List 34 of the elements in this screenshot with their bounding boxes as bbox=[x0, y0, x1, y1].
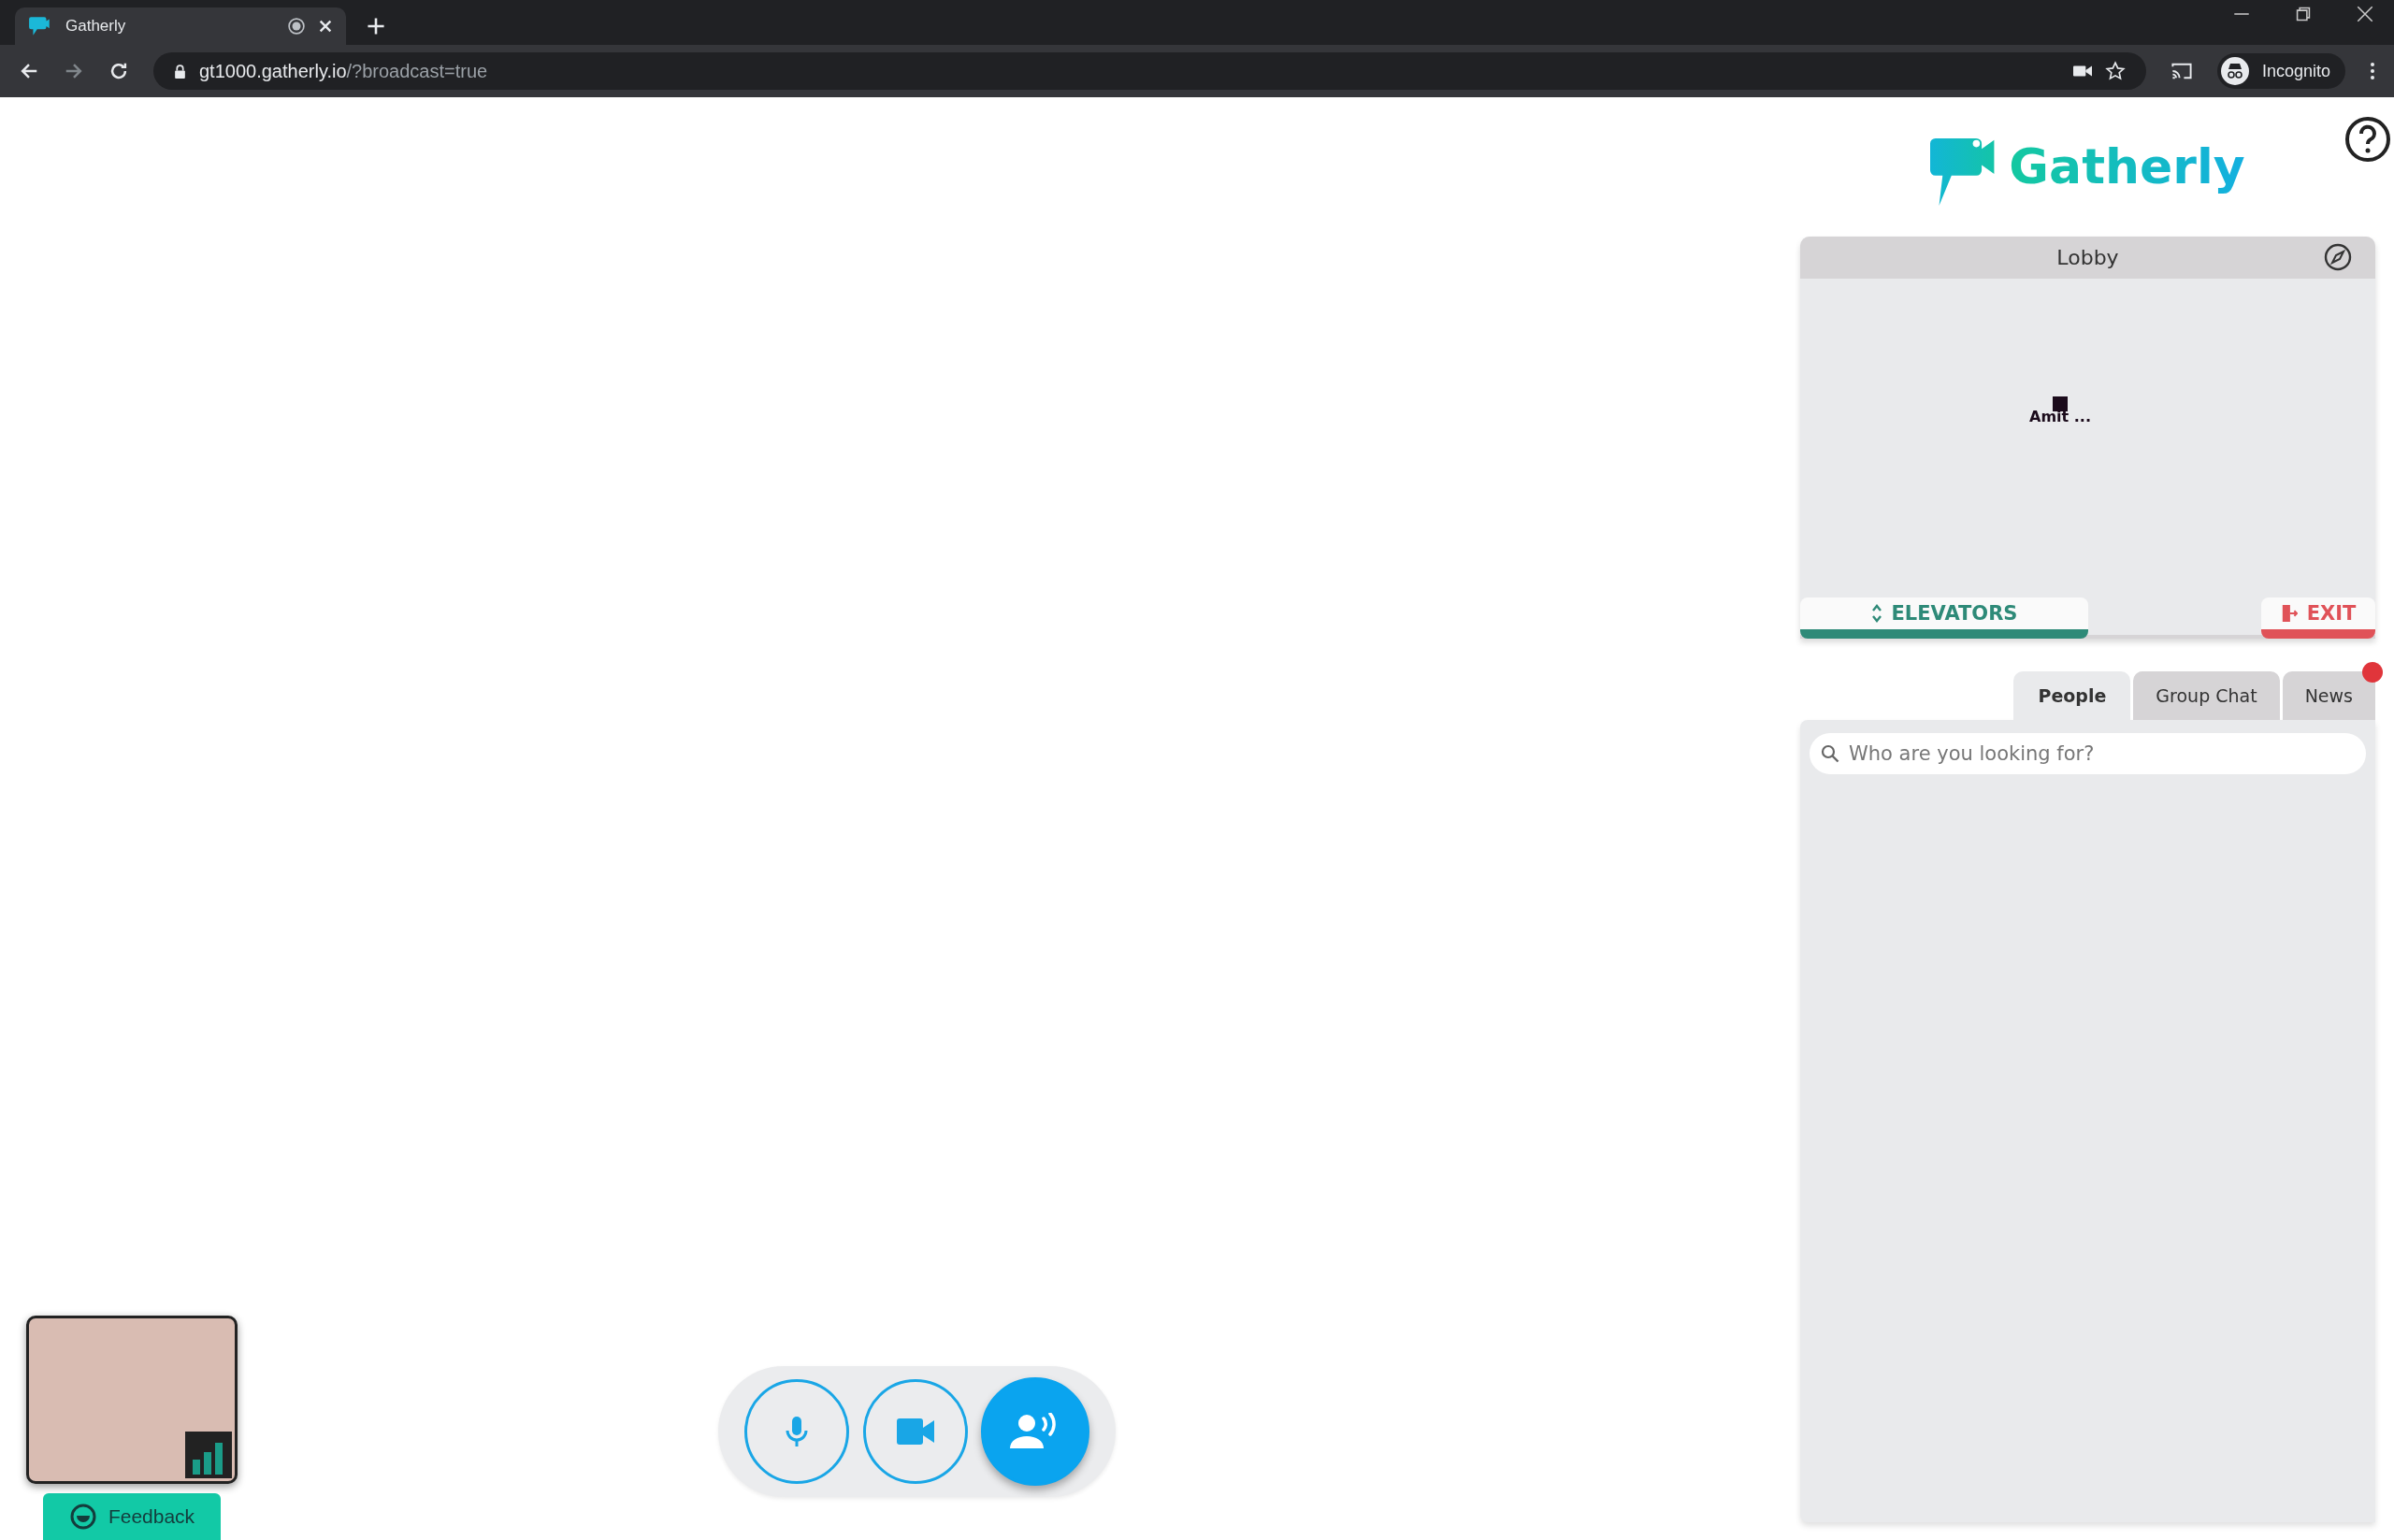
star-icon[interactable] bbox=[2104, 61, 2126, 81]
cast-icon[interactable] bbox=[2170, 62, 2193, 80]
exit-button[interactable]: EXIT bbox=[2261, 597, 2375, 639]
url-text: gt1000.gatherly.io/?broadcast=true bbox=[199, 60, 488, 82]
panel-tab[interactable]: People bbox=[2013, 671, 2131, 720]
browser-tab[interactable]: Gatherly bbox=[15, 7, 346, 45]
incognito-icon bbox=[2220, 57, 2249, 85]
door-exit-icon bbox=[2280, 603, 2298, 624]
lock-icon bbox=[174, 64, 186, 79]
restore-icon[interactable] bbox=[2295, 6, 2312, 22]
feedback-button[interactable]: Feedback bbox=[43, 1493, 221, 1540]
reload-icon[interactable] bbox=[108, 61, 129, 81]
search-field[interactable]: Who are you looking for? bbox=[1810, 733, 2366, 774]
profile-button[interactable]: Incognito bbox=[2216, 53, 2345, 89]
address-bar[interactable]: gt1000.gatherly.io/?broadcast=true bbox=[153, 52, 2146, 90]
panel-tab[interactable]: News bbox=[2282, 671, 2375, 720]
video-camera-icon bbox=[896, 1418, 934, 1445]
audio-level-icon bbox=[185, 1432, 232, 1478]
menu-icon[interactable] bbox=[2370, 62, 2375, 80]
panel-tab[interactable]: Group Chat bbox=[2133, 671, 2280, 720]
microphone-icon bbox=[786, 1415, 809, 1448]
chat-camera-icon bbox=[28, 14, 52, 38]
up-down-chevron-icon bbox=[1870, 603, 1882, 624]
compass-icon[interactable] bbox=[2324, 243, 2352, 271]
help-icon[interactable] bbox=[2344, 116, 2391, 163]
smile-icon bbox=[68, 1503, 97, 1531]
tab-title: Gatherly bbox=[65, 17, 127, 36]
participant-name: Amit ... bbox=[2029, 408, 2091, 425]
room-header: Lobby bbox=[1800, 237, 2375, 279]
broadcast-button[interactable] bbox=[980, 1377, 1089, 1486]
close-icon[interactable] bbox=[2357, 6, 2373, 22]
elevators-button[interactable]: ELEVATORS bbox=[1800, 597, 2088, 639]
camera-icon[interactable] bbox=[2072, 65, 2092, 78]
new-tab-icon[interactable] bbox=[367, 17, 385, 36]
